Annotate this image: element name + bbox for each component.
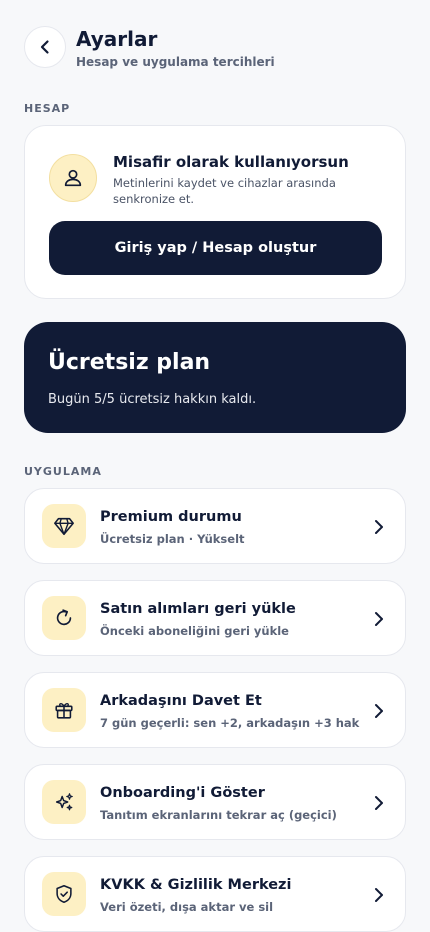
chevron-right-icon [371, 793, 387, 813]
chevron-right-icon [371, 885, 387, 905]
row-subtitle: Tanıtım ekranlarını tekrar aç (geçici) [100, 808, 337, 822]
plan-title: Ücretsiz plan [48, 350, 211, 375]
chevron-right-icon [371, 701, 387, 721]
section-label-app: UYGULAMA [24, 465, 102, 478]
settings-row-privacy[interactable]: KVKK & Gizlilik Merkezi Veri özeti, dışa… [24, 856, 406, 932]
settings-row-restore[interactable]: Satın alımları geri yükle Önceki aboneli… [24, 580, 406, 656]
section-label-account: HESAP [24, 102, 71, 115]
diamond-icon [54, 517, 74, 536]
row-icon-box [42, 596, 86, 640]
guest-description: Metinlerini kaydet ve cihazlar arasında … [113, 176, 336, 206]
row-title: Premium durumu [100, 509, 242, 525]
refresh-icon [56, 609, 72, 626]
row-icon-box [42, 780, 86, 824]
row-title: Satın alımları geri yükle [100, 601, 296, 617]
row-title: Arkadaşını Davet Et [100, 693, 262, 709]
back-button[interactable] [24, 26, 66, 68]
settings-row-onboarding[interactable]: Onboarding'i Göster Tanıtım ekranlarını … [24, 764, 406, 840]
row-icon-box [42, 688, 86, 732]
row-icon-box [42, 872, 86, 916]
plan-card: Ücretsiz plan Bugün 5/5 ücretsiz hakkın … [24, 322, 406, 433]
row-subtitle: Ücretsiz plan · Yükselt [100, 532, 245, 546]
account-card: Misafir olarak kullanıyorsun Metinlerini… [24, 125, 406, 299]
row-title: KVKK & Gizlilik Merkezi [100, 877, 292, 893]
shield-check-icon [56, 884, 72, 904]
sparkles-icon [55, 793, 73, 811]
row-subtitle: Veri özeti, dışa aktar ve sil [100, 900, 274, 914]
chevron-right-icon [371, 609, 387, 629]
chevron-left-icon [40, 40, 49, 54]
guest-title: Misafir olarak kullanıyorsun [113, 153, 349, 171]
gift-icon [55, 702, 73, 719]
header: Ayarlar Hesap ve uygulama tercihleri [24, 26, 275, 69]
login-button[interactable]: Giriş yap / Hesap oluştur [49, 221, 382, 275]
chevron-right-icon [371, 517, 387, 537]
row-icon-box [42, 504, 86, 548]
plan-description: Bugün 5/5 ücretsiz hakkın kaldı. [48, 392, 257, 407]
guest-avatar [49, 154, 97, 202]
page-title: Ayarlar [76, 27, 158, 51]
settings-row-premium[interactable]: Premium durumu Ücretsiz plan · Yükselt [24, 488, 406, 564]
page-subtitle: Hesap ve uygulama tercihleri [76, 55, 275, 69]
row-subtitle: Önceki aboneliğini geri yükle [100, 624, 289, 638]
user-icon [64, 169, 82, 187]
settings-row-invite[interactable]: Arkadaşını Davet Et 7 gün geçerli: sen +… [24, 672, 406, 748]
row-title: Onboarding'i Göster [100, 785, 265, 801]
row-subtitle: 7 gün geçerli: sen +2, arkadaşın +3 hak [100, 716, 360, 730]
